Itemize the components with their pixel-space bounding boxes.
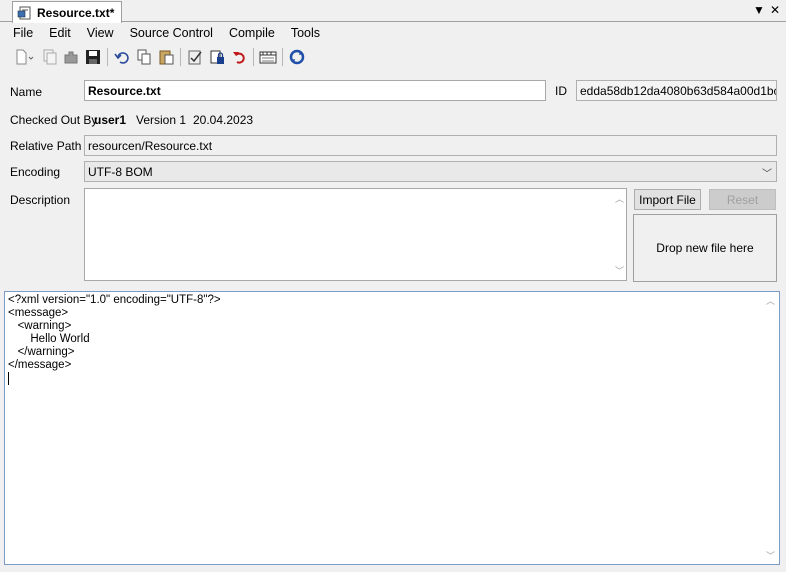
paste-icon[interactable]	[155, 46, 177, 68]
date-text: 20.04.2023	[193, 113, 254, 127]
close-icon[interactable]: ✕	[768, 3, 782, 17]
toolbar-separator	[107, 48, 108, 66]
resource-file-icon	[17, 6, 31, 19]
toolbar-separator	[282, 48, 283, 66]
encoding-label: Encoding	[10, 165, 61, 179]
chevron-down-icon[interactable]: ▼	[752, 3, 766, 17]
toolbar	[0, 45, 786, 69]
code-line: Hello World	[8, 333, 90, 345]
code-line: </warning>	[8, 346, 75, 358]
new-document-icon[interactable]	[10, 46, 38, 68]
scroll-down-icon[interactable]: ﹀	[766, 549, 775, 562]
scroll-up-icon[interactable]: ︿	[615, 192, 624, 205]
menu-edit[interactable]: Edit	[41, 23, 79, 43]
id-field[interactable]: edda58db12da4080b63d584a00d1bce8	[576, 80, 777, 101]
relative-path-field[interactable]: resourcen/Resource.txt	[84, 135, 777, 156]
menu-view[interactable]: View	[79, 23, 122, 43]
build-icon[interactable]	[257, 46, 279, 68]
copy-document-icon[interactable]	[38, 46, 60, 68]
refresh-icon[interactable]	[286, 46, 308, 68]
document-tab[interactable]: Resource.txt*	[12, 1, 122, 23]
menu-source-control[interactable]: Source Control	[122, 23, 221, 43]
revert-icon[interactable]	[228, 46, 250, 68]
checkout-lock-icon[interactable]	[206, 46, 228, 68]
encoding-select[interactable]: UTF-8 BOM ﹀	[84, 161, 777, 182]
id-label: ID	[555, 84, 567, 98]
scroll-up-icon[interactable]: ︿	[766, 294, 775, 307]
description-input[interactable]: ︿ ﹀	[84, 188, 627, 281]
copy-icon[interactable]	[133, 46, 155, 68]
code-line: </message>	[8, 359, 72, 371]
plugin-icon[interactable]	[60, 46, 82, 68]
save-icon[interactable]	[82, 46, 104, 68]
text-caret	[8, 372, 9, 385]
reset-button[interactable]: Reset	[709, 189, 776, 210]
menu-tools[interactable]: Tools	[283, 23, 328, 43]
menu-compile[interactable]: Compile	[221, 23, 283, 43]
name-input[interactable]: Resource.txt	[84, 80, 546, 101]
undo-icon[interactable]	[111, 46, 133, 68]
checkin-icon[interactable]	[184, 46, 206, 68]
import-file-button[interactable]: Import File	[634, 189, 701, 210]
toolbar-separator	[253, 48, 254, 66]
description-label: Description	[10, 193, 71, 207]
encoding-value: UTF-8 BOM	[88, 164, 153, 179]
code-line: <message>	[8, 307, 69, 319]
drop-zone[interactable]: Drop new file here	[633, 214, 777, 282]
document-tab-strip: Resource.txt* ▼ ✕	[0, 0, 786, 23]
tab-title: Resource.txt*	[37, 5, 115, 20]
name-label: Name	[10, 85, 43, 99]
relative-path-label: Relative Path	[10, 139, 82, 153]
code-editor[interactable]: <?xml version="1.0" encoding="UTF-8"?> <…	[4, 291, 780, 565]
checked-out-label: Checked Out By	[10, 113, 98, 127]
toolbar-separator	[180, 48, 181, 66]
menu-file[interactable]: File	[5, 23, 41, 43]
menu-bar: File Edit View Source Control Compile To…	[0, 22, 786, 44]
code-line: <?xml version="1.0" encoding="UTF-8"?>	[8, 294, 221, 306]
checked-out-user: user1	[94, 113, 127, 127]
scroll-down-icon[interactable]: ﹀	[615, 264, 624, 277]
version-text: Version 1	[136, 113, 187, 127]
chevron-down-icon: ﹀	[762, 169, 772, 180]
code-line: <warning>	[8, 320, 72, 332]
